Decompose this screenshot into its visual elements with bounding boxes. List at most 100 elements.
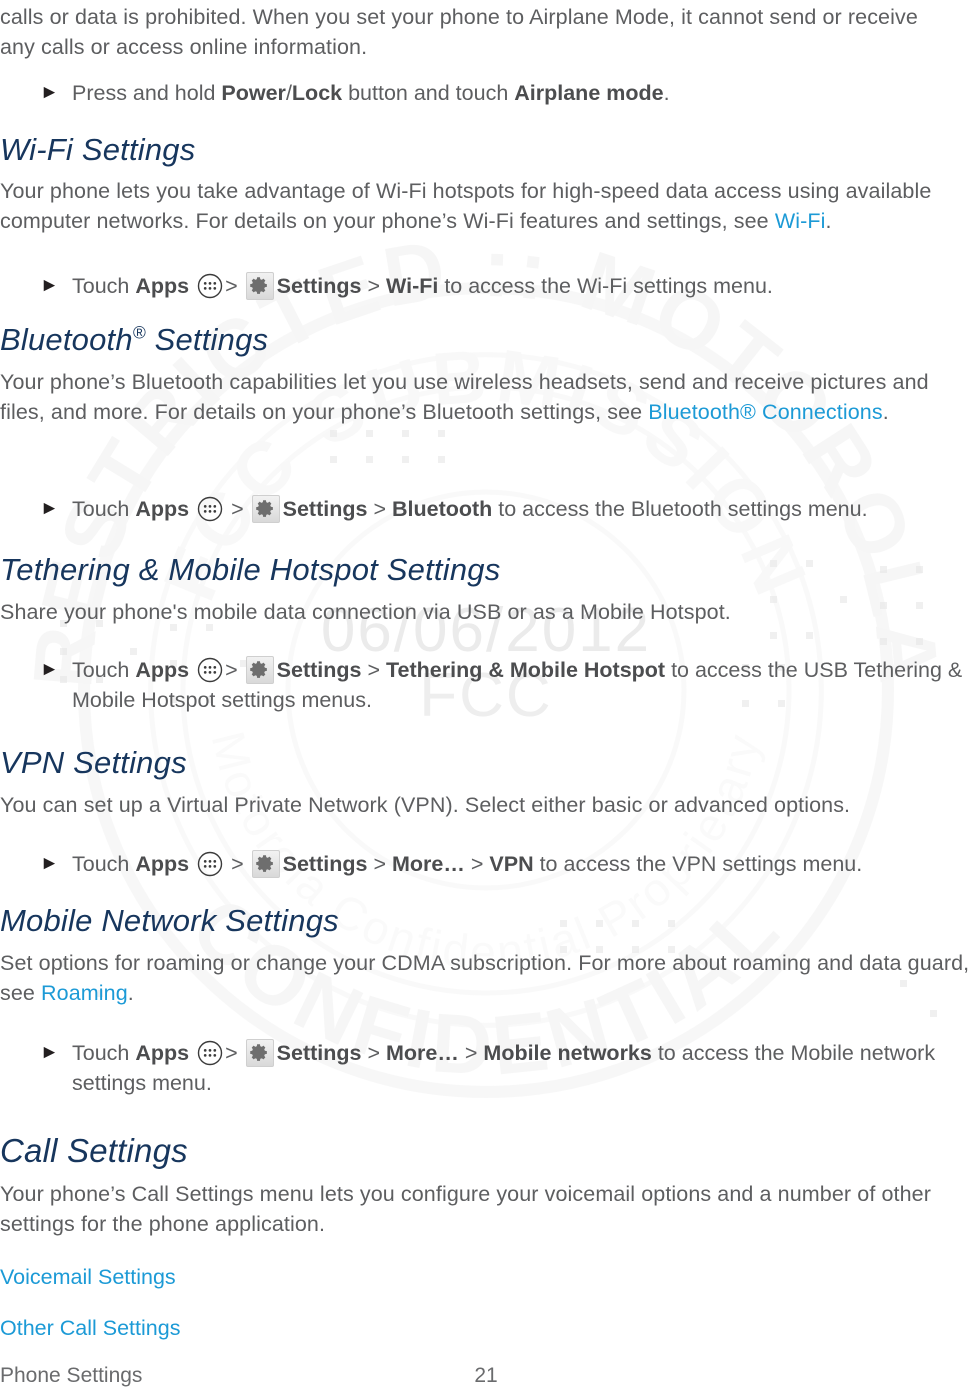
bullet-tail: to access the VPN settings menu. [533, 852, 863, 876]
target-label-wifi: Wi-Fi [386, 274, 439, 298]
link-wi-fi[interactable]: Wi-Fi [775, 209, 826, 233]
mobile-network-bullet: ► Touch Apps > Settings > More… > Mobile … [0, 1038, 972, 1098]
list-item: ► Touch Apps > Settings > Bluetooth to ac… [0, 494, 972, 524]
intro-bullet: ► Press and hold Power/Lock button and to… [0, 78, 972, 108]
apps-grid-icon[interactable] [197, 657, 223, 683]
chevron-separator-3: > [464, 1041, 478, 1065]
bullet-text-mid: button and touch [342, 81, 515, 105]
touch-label: Touch [72, 497, 136, 521]
section-bluetooth: Bluetooth® Settings Your phone’s Bluetoo… [0, 320, 972, 427]
apps-label: Apps [135, 658, 190, 682]
triangle-bullet-icon: ► [40, 275, 59, 296]
settings-label: Settings [282, 497, 368, 521]
triangle-bullet-icon: ► [40, 853, 59, 874]
triangle-bullet-icon: ► [40, 82, 59, 103]
link-roaming[interactable]: Roaming [41, 981, 128, 1005]
intro-line-2: any calls or access online information. [0, 35, 368, 59]
chevron-separator: > [231, 497, 244, 521]
heading-call-settings: Call Settings [0, 1132, 188, 1169]
heading-mobile-network-settings: Mobile Network Settings [0, 903, 339, 938]
section-tethering: Tethering & Mobile Hotspot Settings Shar… [0, 550, 972, 627]
footer-page-number: 21 [474, 1364, 498, 1387]
call-settings-links: Voicemail Settings [0, 1262, 972, 1292]
link-bluetooth-connections[interactable]: Bluetooth® Connections [648, 400, 882, 424]
list-item: ► Press and hold Power/Lock button and to… [0, 78, 972, 108]
link-row-other-call: Other Call Settings [0, 1313, 972, 1343]
settings-gear-icon[interactable] [245, 272, 274, 300]
touch-label: Touch [72, 1041, 136, 1065]
link-other-call-settings[interactable]: Other Call Settings [0, 1316, 180, 1340]
registered-trademark-icon: ® [132, 322, 146, 343]
target-label-bluetooth: Bluetooth [391, 497, 493, 521]
chevron-separator: > [225, 658, 238, 682]
settings-gear-icon[interactable] [251, 850, 280, 878]
apps-grid-icon[interactable] [197, 496, 223, 522]
touch-label: Touch [72, 274, 136, 298]
heading-tethering-settings: Tethering & Mobile Hotspot Settings [0, 552, 501, 587]
tethering-body-paragraph: Share your phone's mobile data connectio… [0, 600, 731, 624]
settings-label: Settings [276, 1041, 362, 1065]
touch-label: Touch [72, 658, 136, 682]
apps-grid-icon[interactable] [197, 851, 223, 877]
apps-grid-icon[interactable] [197, 273, 223, 299]
wifi-body-period: . [825, 209, 832, 233]
chevron-separator-2: > [367, 1041, 381, 1065]
settings-gear-icon[interactable] [245, 656, 274, 684]
mobile-network-body-paragraph: Set options for roaming or change your C… [0, 948, 972, 1008]
bullet-tail: to access the Bluetooth settings menu. [492, 497, 868, 521]
call-settings-links-2: Other Call Settings [0, 1313, 972, 1343]
settings-gear-icon[interactable] [245, 1039, 274, 1067]
chevron-separator-2: > [373, 497, 386, 521]
triangle-bullet-icon: ► [40, 659, 59, 680]
link-row-voicemail: Voicemail Settings [0, 1262, 972, 1292]
heading-bluetooth-tail: Settings [145, 322, 269, 357]
heading-wifi-settings: Wi-Fi Settings [0, 132, 196, 167]
apps-label: Apps [135, 274, 190, 298]
settings-label: Settings [282, 852, 368, 876]
mobile-network-body-text: Set options for roaming or change your C… [0, 951, 970, 1005]
apps-label: Apps [135, 497, 190, 521]
apps-grid-icon[interactable] [197, 1040, 223, 1066]
list-item: ► Touch Apps > Settings > Wi-Fi to acces… [0, 271, 972, 301]
bluetooth-body-paragraph: Your phone’s Bluetooth capabilities let … [0, 367, 972, 427]
chevron-separator-2: > [373, 852, 386, 876]
bullet-tail: to access the Wi-Fi settings menu. [438, 274, 773, 298]
chevron-separator-2: > [367, 274, 381, 298]
settings-label: Settings [276, 658, 362, 682]
list-item: ► Touch Apps > Settings > Tethering & Mob… [0, 655, 972, 715]
bluetooth-bullet: ► Touch Apps > Settings > Bluetooth to ac… [0, 494, 972, 524]
apps-label: Apps [135, 852, 190, 876]
target-label-tethering: Tethering & Mobile Hotspot [386, 658, 666, 682]
more-menu-label: More… [391, 852, 465, 876]
heading-bluetooth-word: Bluetooth [0, 322, 133, 357]
settings-label: Settings [276, 274, 362, 298]
intro-paragraph: calls or data is prohibited. When you se… [0, 2, 972, 62]
call-body-paragraph: Your phone’s Call Settings menu lets you… [0, 1182, 931, 1236]
bluetooth-body-period: . [882, 400, 889, 424]
list-item: ► Touch Apps > Settings > More… > VPN to … [0, 849, 972, 879]
chevron-separator-2: > [367, 658, 381, 682]
section-wifi: Wi-Fi Settings Your phone lets you take … [0, 130, 972, 236]
tethering-bullet: ► Touch Apps > Settings > Tethering & Mob… [0, 655, 972, 715]
section-mobile-network: Mobile Network Settings Set options for … [0, 901, 972, 1008]
vpn-bullet: ► Touch Apps > Settings > More… > VPN to … [0, 849, 972, 879]
intro-line-1: calls or data is prohibited. When you se… [0, 5, 918, 29]
triangle-bullet-icon: ► [40, 498, 59, 519]
list-item: ► Touch Apps > Settings > More… > Mobile … [0, 1038, 972, 1098]
settings-gear-icon[interactable] [251, 495, 280, 523]
wifi-bullet: ► Touch Apps > Settings > Wi-Fi to acces… [0, 271, 972, 301]
link-voicemail-settings[interactable]: Voicemail Settings [0, 1265, 176, 1289]
mobile-network-body-period: . [127, 981, 134, 1005]
heading-bluetooth-settings: Bluetooth® Settings [0, 320, 972, 360]
apps-label: Apps [135, 1041, 190, 1065]
section-call: Call Settings Your phone’s Call Settings… [0, 1131, 972, 1239]
chevron-separator: > [231, 852, 244, 876]
bullet-text-post: . [663, 81, 670, 105]
target-label-vpn: VPN [489, 852, 534, 876]
triangle-bullet-icon: ► [40, 1042, 59, 1063]
section-vpn: VPN Settings You can set up a Virtual Pr… [0, 743, 972, 820]
chevron-separator-3: > [470, 852, 484, 876]
chevron-separator: > [225, 274, 238, 298]
vpn-body-paragraph: You can set up a Virtual Private Network… [0, 793, 851, 817]
more-menu-label: More… [386, 1041, 459, 1065]
